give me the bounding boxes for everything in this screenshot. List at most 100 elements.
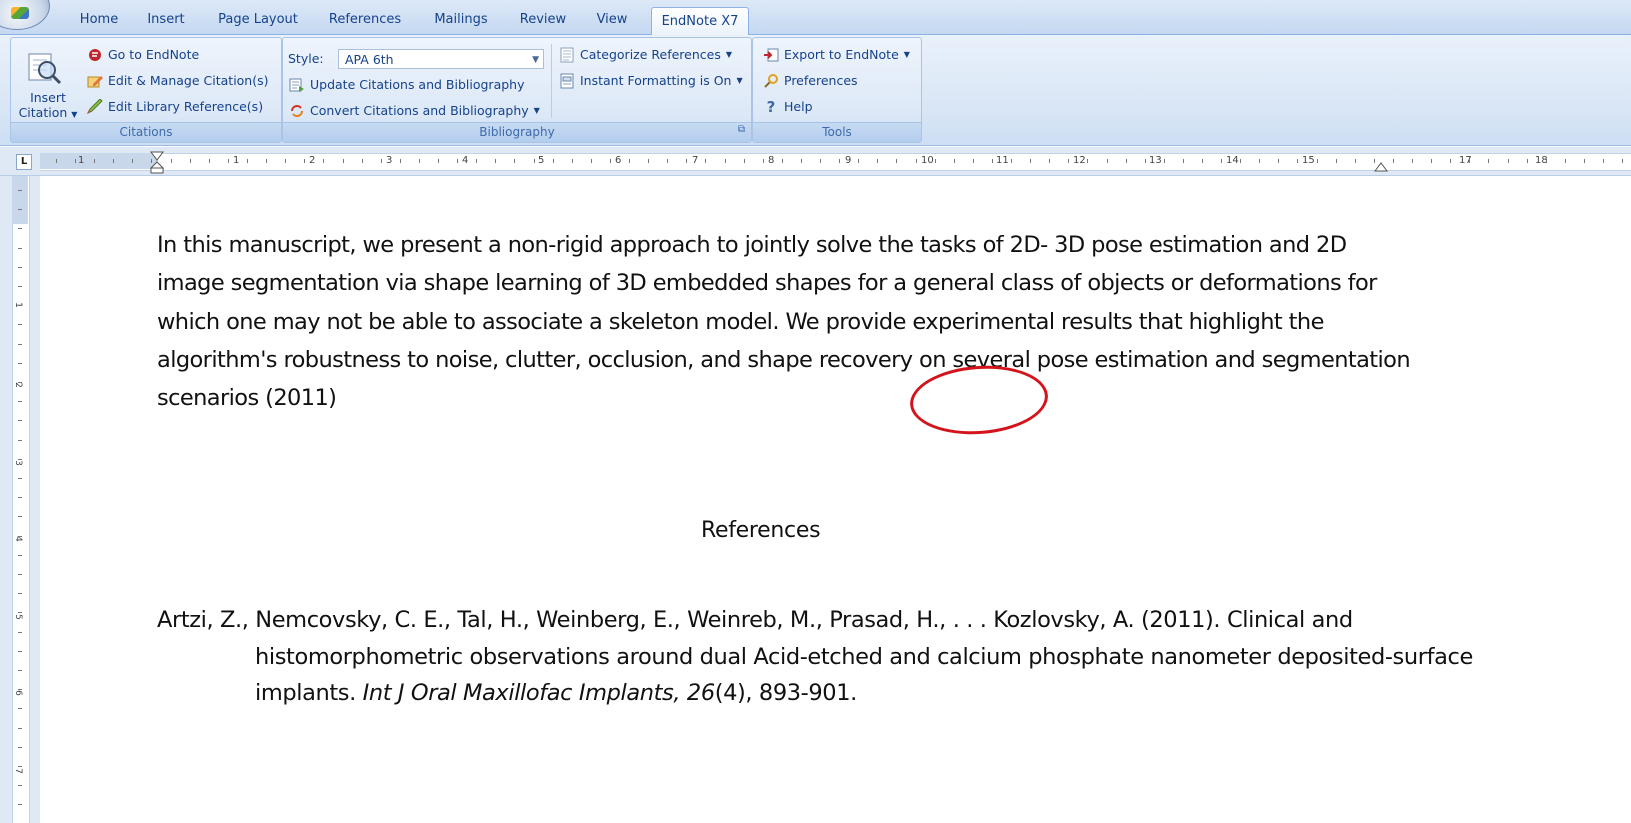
bibliography-group: Style: APA 6th ▼ Update Citations and Bi… (282, 37, 752, 143)
vertical-ruler-tick (18, 670, 22, 671)
ruler-tick (457, 159, 458, 163)
vertical-ruler-tick (18, 344, 22, 345)
vertical-ruler[interactable] (0, 176, 40, 823)
office-button[interactable] (0, 0, 50, 30)
edit-library-reference-button[interactable]: Edit Library Reference(s) (87, 96, 263, 118)
instant-formatting-button[interactable]: Instant Formatting is On ▼ (559, 70, 743, 92)
citation-field[interactable]: (2011) (265, 385, 337, 411)
ruler-number: 14 (1226, 155, 1239, 166)
tab-page-layout[interactable]: Page Layout (212, 6, 304, 34)
ruler-number: 3 (386, 155, 393, 166)
citations-group: Insert Citation ▼ Go to EndNote Edit & M… (10, 37, 282, 143)
preferences-button[interactable]: Preferences (763, 70, 858, 92)
help-label: Help (784, 99, 813, 114)
ruler-tick (725, 159, 726, 163)
ruler-tick (858, 159, 859, 163)
ruler-tick (572, 159, 573, 163)
indent-markers-icon[interactable] (150, 151, 164, 175)
tab-insert[interactable]: Insert (140, 6, 192, 34)
dropdown-arrow-icon: ▼ (532, 55, 539, 65)
help-button[interactable]: ? Help (763, 96, 813, 118)
ruler-tick (1355, 159, 1356, 163)
instant-formatting-label: Instant Formatting is On (580, 73, 732, 88)
style-dropdown[interactable]: APA 6th ▼ (338, 49, 544, 69)
bibliography-separator (551, 44, 552, 118)
body-paragraph[interactable]: In this manuscript, we present a non-rig… (157, 226, 1417, 417)
ruler-number: 8 (768, 155, 775, 166)
ruler-tick (1584, 159, 1585, 163)
tab-endnote-x7[interactable]: EndNote X7 (651, 7, 749, 36)
ruler-tick (1622, 159, 1623, 163)
ruler-tick (705, 159, 706, 163)
ruler-tick (1068, 159, 1069, 163)
export-label: Export to EndNote (784, 47, 899, 62)
ruler-tick (744, 159, 745, 163)
vertical-ruler-tick (18, 766, 22, 767)
vertical-ruler-tick (18, 728, 22, 729)
vertical-ruler-tick (18, 286, 22, 287)
vertical-ruler-strip (12, 176, 30, 823)
ruler-tick (400, 159, 401, 163)
vertical-ruler-tick (18, 209, 22, 210)
tab-references[interactable]: References (322, 6, 408, 34)
update-citations-button[interactable]: Update Citations and Bibliography (289, 74, 525, 96)
vertical-ruler-tick (18, 190, 22, 191)
ruler-tick (1107, 159, 1108, 163)
categorize-references-button[interactable]: Categorize References ▼ (559, 44, 732, 66)
ruler-number: 11 (996, 155, 1009, 166)
convert-citations-button[interactable]: Convert Citations and Bibliography ▼ (289, 100, 540, 122)
ruler-tick (1469, 159, 1470, 163)
ruler-tick (171, 159, 172, 163)
ruler-tick (629, 159, 630, 163)
ruler-tick (1603, 159, 1604, 163)
dialog-launcher-icon[interactable]: ⧉ (738, 120, 745, 139)
tab-mailings[interactable]: Mailings (426, 6, 496, 34)
ruler-tick (1030, 159, 1031, 163)
ruler-tick (419, 159, 420, 163)
tab-stop-selector[interactable]: L (16, 154, 32, 170)
reference-volume: 26 (686, 680, 715, 706)
vertical-ruler-tick (18, 612, 22, 613)
ruler-tick (1412, 159, 1413, 163)
style-value: APA 6th (345, 52, 394, 67)
ruler-tick (973, 159, 974, 163)
ruler-tick (553, 159, 554, 163)
bibliography-group-label: Bibliography ⧉ (283, 122, 751, 142)
ribbon: Insert Citation ▼ Go to EndNote Edit & M… (0, 35, 1631, 146)
ruler-number: 6 (615, 155, 622, 166)
ruler-tick (495, 159, 496, 163)
preferences-label: Preferences (784, 73, 858, 88)
ruler-tick (1087, 159, 1088, 163)
ruler-tick (190, 159, 191, 163)
right-indent-marker-icon[interactable] (1374, 160, 1388, 172)
reference-entry[interactable]: Artzi, Z., Nemcovsky, C. E., Tal, H., We… (157, 602, 1515, 712)
ruler-tick (1240, 159, 1241, 163)
ruler-number: 10 (921, 155, 934, 166)
tools-group-label: Tools (753, 122, 921, 142)
export-to-endnote-button[interactable]: Export to EndNote ▼ (763, 44, 910, 66)
edit-manage-citations-button[interactable]: Edit & Manage Citation(s) (87, 70, 269, 92)
go-to-endnote-button[interactable]: Go to EndNote (87, 44, 199, 66)
vertical-ruler-tick (18, 689, 22, 690)
references-heading: References (701, 518, 821, 543)
ruler-tick (1221, 159, 1222, 163)
tab-home[interactable]: Home (74, 6, 124, 34)
ruler-tick (285, 159, 286, 163)
ruler-tick (56, 159, 57, 163)
ruler-number: 4 (462, 155, 469, 166)
ruler-tick (304, 159, 305, 163)
ruler-tick (1565, 159, 1566, 163)
vertical-ruler-tick (18, 401, 22, 402)
vertical-ruler-tick (18, 708, 22, 709)
ruler-tick (247, 159, 248, 163)
document-page[interactable]: In this manuscript, we present a non-rig… (41, 176, 1631, 823)
vertical-ruler-tick (18, 804, 22, 805)
reference-journal: Int J Oral Maxillofac Implants, (362, 680, 681, 706)
ruler-tick (935, 159, 936, 163)
ruler-tick (362, 159, 363, 163)
vertical-ruler-tick (18, 574, 22, 575)
tab-view[interactable]: View (588, 6, 636, 34)
insert-citation-button[interactable]: Insert Citation ▼ (13, 40, 83, 120)
tab-review[interactable]: Review (512, 6, 574, 34)
ruler-tick (94, 159, 95, 163)
